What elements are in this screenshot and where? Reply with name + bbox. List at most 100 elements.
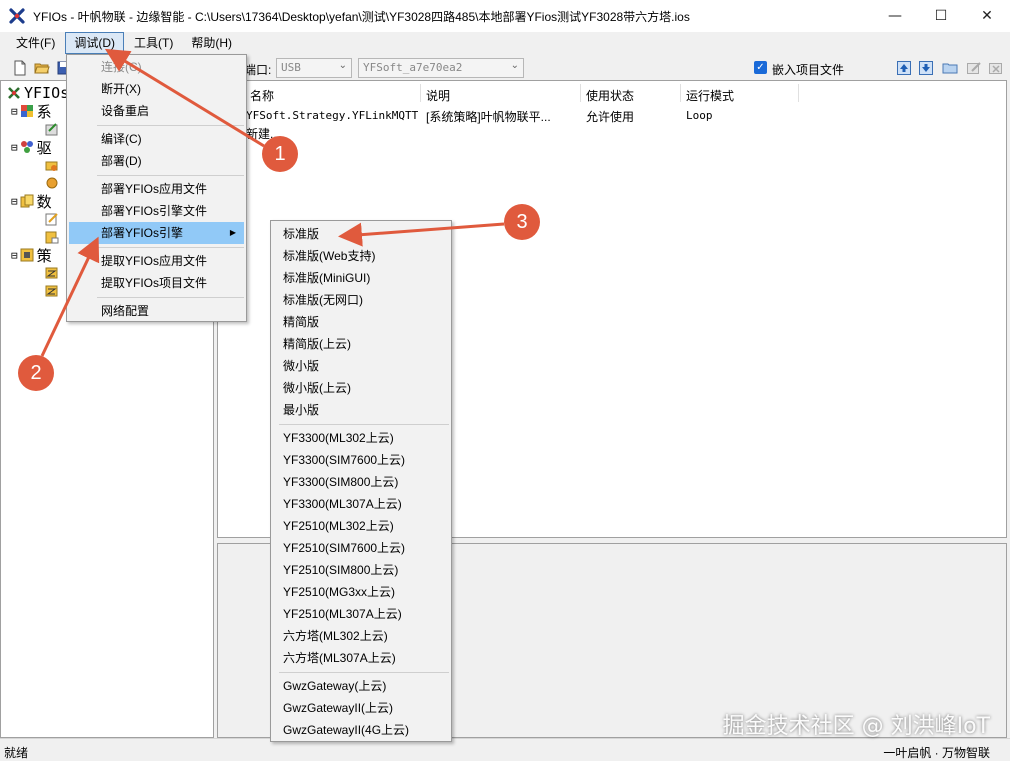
tree-leaf[interactable] [45, 228, 62, 246]
submenu-item-yf3300-sim7600[interactable]: YF3300(SIM7600上云) [273, 449, 449, 471]
submenu-item-yf2510-sim800[interactable]: YF2510(SIM800上云) [273, 559, 449, 581]
submenu-item-gwzgatewayii-cloud[interactable]: GwzGatewayII(上云) [273, 697, 449, 719]
tree-leaf[interactable] [45, 210, 62, 228]
tree-expander-icon: ⊟ [11, 140, 18, 154]
chevron-down-icon: ⌄ [510, 60, 519, 71]
row-desc: [系统策略]叶帆物联平... [426, 110, 551, 124]
submenu-item-yf3300-ml307a[interactable]: YF3300(ML307A上云) [273, 493, 449, 515]
port-select[interactable]: USB ⌄ [276, 58, 352, 78]
annotation-badge-3: 3 [504, 204, 540, 240]
tree-node-driver[interactable]: ⊟ 驱 [11, 138, 52, 157]
menu-bar: 文件(F) 调试(D) 工具(T) 帮助(H) [0, 32, 1010, 54]
tree-leaf[interactable] [45, 282, 62, 300]
move-down-icon[interactable] [918, 60, 934, 76]
title-bar: YFIOs - 叶帆物联 - 边缘智能 - C:\Users\17364\Des… [0, 0, 1010, 32]
close-button[interactable]: ✕ [964, 0, 1010, 32]
submenu-item-yf2510-mg3xx[interactable]: YF2510(MG3xx上云) [273, 581, 449, 603]
submenu-item-yf2510-ml307a[interactable]: YF2510(ML307A上云) [273, 603, 449, 625]
menu-item-deploy-app-files[interactable]: 部署YFIOs应用文件 [69, 178, 244, 200]
minimize-button[interactable]: — [872, 0, 918, 32]
open-folder-icon[interactable] [34, 60, 50, 76]
menu-tools[interactable]: 工具(T) [126, 33, 181, 53]
submenu-item-standard-no-ethernet[interactable]: 标准版(无网口) [273, 289, 449, 311]
menu-item-connect[interactable]: 连接(C) [69, 56, 244, 78]
submenu-item-micro[interactable]: 微小版 [273, 355, 449, 377]
menu-separator [279, 424, 449, 425]
menu-help[interactable]: 帮助(H) [183, 33, 240, 53]
submenu-item-hex-tower-ml302[interactable]: 六方塔(ML302上云) [273, 625, 449, 647]
submenu-item-standard[interactable]: 标准版 [273, 223, 449, 245]
submenu-item-hex-tower-ml307a[interactable]: 六方塔(ML307A上云) [273, 647, 449, 669]
column-separator [420, 84, 421, 102]
new-file-icon[interactable] [12, 60, 28, 76]
database-icon [20, 194, 34, 208]
annotation-badge-2: 2 [18, 355, 54, 391]
menu-item-extract-project-files[interactable]: 提取YFIOs项目文件 [69, 272, 244, 294]
row-status: 允许使用 [586, 110, 635, 124]
driver-item-icon [46, 177, 58, 189]
menu-separator [97, 175, 244, 176]
delete-icon[interactable] [988, 60, 1004, 76]
tree-expander-icon: ⊟ [11, 248, 18, 262]
tree-node-system[interactable]: ⊟ 系 [11, 102, 52, 121]
column-separator [798, 84, 799, 102]
status-bar: 就绪 一叶启帆 · 万物智联 [0, 738, 1010, 761]
move-up-icon[interactable] [896, 60, 912, 76]
column-header-desc[interactable]: 说明 [426, 87, 450, 104]
strategy-icon [20, 248, 34, 262]
window-title: YFIOs - 叶帆物联 - 边缘智能 - C:\Users\17364\Des… [33, 9, 690, 24]
tree-node-data-label: 数 [36, 192, 52, 211]
maximize-button[interactable]: ☐ [918, 0, 964, 32]
folder-icon[interactable] [942, 60, 958, 76]
tree-leaf[interactable] [45, 120, 62, 138]
menu-file[interactable]: 文件(F) [8, 33, 63, 53]
menu-item-network-config[interactable]: 网络配置 [69, 300, 244, 322]
submenu-item-standard-web[interactable]: 标准版(Web支持) [273, 245, 449, 267]
menu-item-deploy[interactable]: 部署(D) [69, 150, 244, 172]
config-icon [45, 123, 58, 136]
watermark-text: 掘金技术社区 @ 刘洪峰IoT [722, 714, 990, 739]
submenu-item-micro-cloud[interactable]: 微小版(上云) [273, 377, 449, 399]
submenu-item-yf3300-sim800[interactable]: YF3300(SIM800上云) [273, 471, 449, 493]
menu-item-extract-app-files[interactable]: 提取YFIOs应用文件 [69, 250, 244, 272]
submenu-item-gwzgateway-cloud[interactable]: GwzGateway(上云) [273, 675, 449, 697]
driver-icon [20, 141, 33, 153]
menu-item-compile[interactable]: 编译(C) [69, 128, 244, 150]
app-logo-icon [9, 8, 25, 24]
system-icon [20, 105, 33, 117]
submenu-item-gwzgatewayii-4g-cloud[interactable]: GwzGatewayII(4G上云) [273, 719, 449, 741]
menu-item-restart[interactable]: 设备重启 [69, 100, 244, 122]
port-label: 端口: [244, 63, 272, 77]
column-header-mode[interactable]: 运行模式 [686, 87, 734, 104]
tree-node-driver-label: 驱 [36, 138, 52, 157]
column-header-status[interactable]: 使用状态 [586, 87, 634, 104]
embed-checkbox[interactable]: ✓ [754, 61, 767, 74]
menu-item-deploy-engine[interactable]: 部署YFIOs引擎 ▶ [69, 222, 244, 244]
menu-item-deploy-engine-label: 部署YFIOs引擎 [101, 226, 184, 240]
tree-leaf[interactable] [45, 156, 62, 174]
edit-data-icon [45, 213, 58, 226]
tree-leaf[interactable] [45, 264, 62, 282]
submenu-item-standard-minigui[interactable]: 标准版(MiniGUI) [273, 267, 449, 289]
status-slogan: 一叶启帆 · 万物智联 [883, 746, 990, 760]
tree-node-strategy[interactable]: ⊟ 策 [11, 246, 52, 265]
submenu-item-yf2510-sim7600[interactable]: YF2510(SIM7600上云) [273, 537, 449, 559]
data-item-icon [45, 231, 59, 244]
menu-item-deploy-engine-files[interactable]: 部署YFIOs引擎文件 [69, 200, 244, 222]
submenu-item-lite-cloud[interactable]: 精简版(上云) [273, 333, 449, 355]
submenu-item-yf2510-ml302[interactable]: YF2510(ML302上云) [273, 515, 449, 537]
submenu-item-minimal[interactable]: 最小版 [273, 399, 449, 421]
edit-icon[interactable] [966, 60, 982, 76]
column-header-name[interactable]: 名称 [250, 87, 274, 104]
tree-leaf[interactable] [45, 174, 62, 192]
submenu-item-yf3300-ml302[interactable]: YF3300(ML302上云) [273, 427, 449, 449]
device-select[interactable]: YFSoft_a7e70ea2 ⌄ [358, 58, 524, 78]
embed-label: 嵌入项目文件 [772, 63, 845, 77]
tree-node-strategy-label: 策 [36, 246, 52, 265]
tree-node-data[interactable]: ⊟ 数 [11, 192, 52, 211]
tree-root[interactable]: YFIOs [7, 84, 69, 102]
menu-debug[interactable]: 调试(D) [65, 32, 124, 54]
menu-item-disconnect[interactable]: 断开(X) [69, 78, 244, 100]
engine-submenu: 标准版 标准版(Web支持) 标准版(MiniGUI) 标准版(无网口) 精简版… [270, 220, 452, 742]
submenu-item-lite[interactable]: 精简版 [273, 311, 449, 333]
